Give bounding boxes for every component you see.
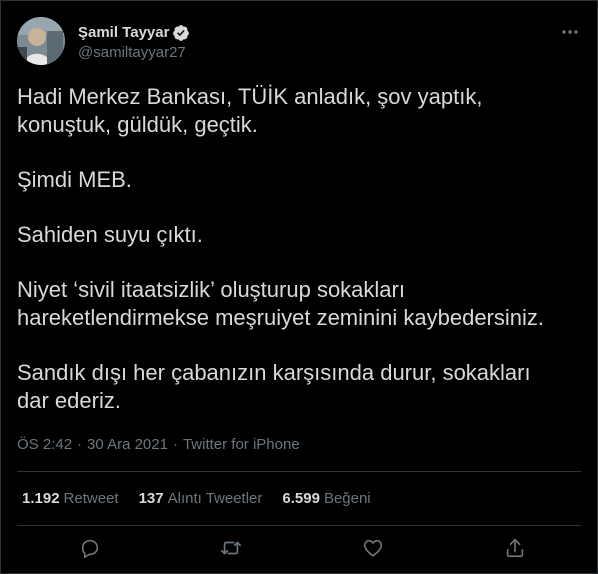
tweet-actions bbox=[17, 537, 581, 561]
quote-stat[interactable]: 137 Alıntı Tweetler bbox=[139, 489, 263, 509]
reply-icon[interactable] bbox=[79, 537, 101, 559]
tweet-paragraph: Niyet ‘sivil itaatsizlik’ oluşturup soka… bbox=[17, 277, 545, 330]
like-stat[interactable]: 6.599 Beğeni bbox=[282, 489, 370, 509]
tweet-paragraph: Sandık dışı her çabanızın karşısında dur… bbox=[17, 360, 531, 413]
tweet-paragraph: Şimdi MEB. bbox=[17, 167, 132, 192]
avatar[interactable] bbox=[17, 17, 65, 65]
verified-badge-icon bbox=[172, 24, 190, 42]
meta-separator: · bbox=[77, 436, 83, 453]
tweet-source[interactable]: Twitter for iPhone bbox=[183, 435, 300, 455]
tweet-date[interactable]: 30 Ara 2021 bbox=[87, 435, 168, 455]
author-names: Şamil Tayyar @samiltayyar27 bbox=[78, 23, 190, 63]
display-name-row: Şamil Tayyar bbox=[78, 23, 190, 42]
tweet-card: Şamil Tayyar @samiltayyar27 Hadi Merkez … bbox=[0, 0, 598, 574]
display-name[interactable]: Şamil Tayyar bbox=[78, 23, 169, 42]
author-handle[interactable]: @samiltayyar27 bbox=[78, 43, 190, 63]
tweet-header: Şamil Tayyar @samiltayyar27 bbox=[17, 17, 581, 67]
quote-count: 137 bbox=[138, 490, 164, 507]
heart-icon[interactable] bbox=[362, 537, 384, 559]
share-icon[interactable] bbox=[504, 537, 526, 559]
tweet-paragraph: Sahiden suyu çıktı. bbox=[17, 222, 203, 247]
like-count: 6.599 bbox=[282, 490, 320, 507]
tweet-paragraph: Hadi Merkez Bankası, TÜİK anladık, şov y… bbox=[17, 84, 483, 137]
meta-separator: · bbox=[172, 436, 178, 453]
more-horizontal-icon[interactable] bbox=[559, 23, 581, 41]
tweet-time[interactable]: ÖS 2:42 bbox=[17, 435, 72, 455]
retweet-stat[interactable]: 1.192 Retweet bbox=[22, 489, 119, 509]
quote-label: Alıntı Tweetler bbox=[167, 490, 263, 507]
tweet-text: Hadi Merkez Bankası, TÜİK anladık, şov y… bbox=[17, 83, 577, 442]
tweet-stats: 1.192 Retweet 137 Alıntı Tweetler 6.599 … bbox=[22, 489, 391, 509]
divider bbox=[17, 471, 581, 472]
retweet-count: 1.192 bbox=[22, 490, 60, 507]
tweet-meta: ÖS 2:42 · 30 Ara 2021 · Twitter for iPho… bbox=[17, 435, 300, 455]
like-label: Beğeni bbox=[323, 490, 371, 507]
avatar-photo bbox=[17, 17, 65, 65]
divider bbox=[17, 525, 581, 526]
retweet-label: Retweet bbox=[63, 490, 119, 507]
retweet-icon[interactable] bbox=[220, 537, 242, 559]
